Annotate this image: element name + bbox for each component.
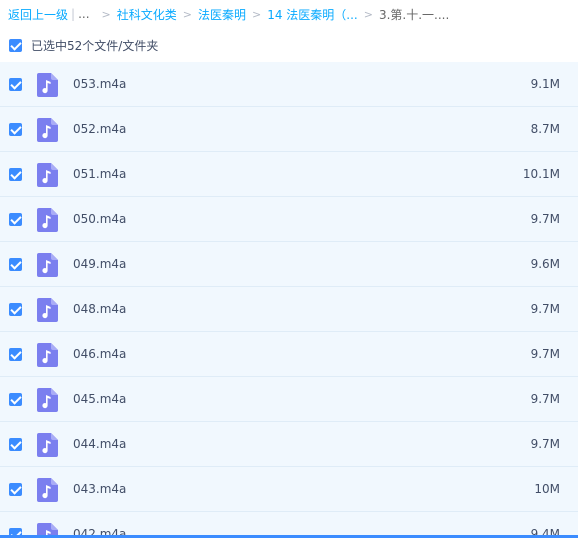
file-row[interactable]: 044.m4a 9.7M bbox=[0, 422, 578, 467]
file-size: 9.6M bbox=[530, 257, 560, 271]
file-checkbox[interactable] bbox=[9, 78, 22, 91]
select-all-checkbox[interactable] bbox=[9, 38, 22, 52]
breadcrumb-current: 3.第.十.一.... bbox=[378, 7, 450, 22]
file-row[interactable]: 050.m4a 9.7M bbox=[0, 197, 578, 242]
breadcrumb-arrow-icon: > bbox=[182, 7, 192, 21]
file-row[interactable]: 048.m4a 9.7M bbox=[0, 287, 578, 332]
file-size: 8.7M bbox=[530, 122, 560, 136]
file-checkbox[interactable] bbox=[9, 393, 22, 406]
file-name[interactable]: 044.m4a bbox=[73, 422, 126, 466]
file-row[interactable]: 053.m4a 9.1M bbox=[0, 62, 578, 107]
selection-count-label: 已选中52个文件/文件夹 bbox=[31, 38, 159, 53]
file-size: 10M bbox=[534, 482, 560, 496]
audio-file-icon bbox=[37, 298, 58, 322]
breadcrumb-arrow-icon: > bbox=[101, 7, 111, 21]
file-row[interactable]: 049.m4a 9.6M bbox=[0, 242, 578, 287]
file-browser: 返回上一级 | ... > 社科文化类 > 法医秦明 > 14 法医秦明（...… bbox=[0, 0, 578, 538]
breadcrumb-item-series[interactable]: 法医秦明 bbox=[198, 6, 246, 23]
file-name[interactable]: 045.m4a bbox=[73, 377, 126, 421]
file-list: 053.m4a 9.1M 052.m4a 8.7M 051.m4a 10.1M bbox=[0, 62, 578, 538]
file-checkbox[interactable] bbox=[9, 438, 22, 451]
file-name[interactable]: 053.m4a bbox=[73, 62, 126, 106]
file-name[interactable]: 046.m4a bbox=[73, 332, 126, 376]
file-size: 9.7M bbox=[530, 392, 560, 406]
file-row[interactable]: 045.m4a 9.7M bbox=[0, 377, 578, 422]
file-size: 9.7M bbox=[530, 347, 560, 361]
audio-file-icon bbox=[37, 208, 58, 232]
audio-file-icon bbox=[37, 343, 58, 367]
file-size: 9.7M bbox=[530, 302, 560, 316]
audio-file-icon bbox=[37, 253, 58, 277]
file-checkbox[interactable] bbox=[9, 348, 22, 361]
breadcrumb-arrow-icon: > bbox=[363, 7, 373, 21]
file-row[interactable]: 052.m4a 8.7M bbox=[0, 107, 578, 152]
file-row[interactable]: 043.m4a 10M bbox=[0, 467, 578, 512]
file-size: 10.1M bbox=[522, 167, 560, 181]
file-row[interactable]: 046.m4a 9.7M bbox=[0, 332, 578, 377]
file-checkbox[interactable] bbox=[9, 123, 22, 136]
audio-file-icon bbox=[37, 118, 58, 142]
file-size: 9.7M bbox=[530, 437, 560, 451]
file-row[interactable]: 051.m4a 10.1M bbox=[0, 152, 578, 197]
file-checkbox[interactable] bbox=[9, 213, 22, 226]
file-name[interactable]: 051.m4a bbox=[73, 152, 126, 196]
file-name[interactable]: 049.m4a bbox=[73, 242, 126, 286]
audio-file-icon bbox=[37, 388, 58, 412]
file-checkbox[interactable] bbox=[9, 168, 22, 181]
file-name[interactable]: 043.m4a bbox=[73, 467, 126, 511]
file-name[interactable]: 052.m4a bbox=[73, 107, 126, 151]
audio-file-icon bbox=[37, 73, 58, 97]
breadcrumb-arrow-icon: > bbox=[251, 7, 262, 21]
audio-file-icon bbox=[37, 433, 58, 457]
audio-file-icon bbox=[37, 478, 58, 502]
breadcrumb-item-volume[interactable]: 14 法医秦明（... bbox=[267, 6, 358, 23]
select-all-row: 已选中52个文件/文件夹 bbox=[0, 28, 578, 62]
file-name[interactable]: 050.m4a bbox=[73, 197, 126, 241]
file-checkbox[interactable] bbox=[9, 258, 22, 271]
file-checkbox[interactable] bbox=[9, 303, 22, 316]
file-size: 9.1M bbox=[530, 77, 560, 91]
file-size: 9.7M bbox=[530, 212, 560, 226]
breadcrumb-item-category[interactable]: 社科文化类 bbox=[117, 6, 177, 23]
audio-file-icon bbox=[37, 163, 58, 187]
file-name[interactable]: 048.m4a bbox=[73, 287, 126, 331]
breadcrumb: 返回上一级 | ... > 社科文化类 > 法医秦明 > 14 法医秦明（...… bbox=[0, 0, 578, 28]
breadcrumb-ellipsis[interactable]: ... bbox=[78, 7, 89, 21]
file-checkbox[interactable] bbox=[9, 483, 22, 496]
back-link[interactable]: 返回上一级 bbox=[8, 6, 68, 23]
breadcrumb-divider: | bbox=[71, 7, 76, 21]
